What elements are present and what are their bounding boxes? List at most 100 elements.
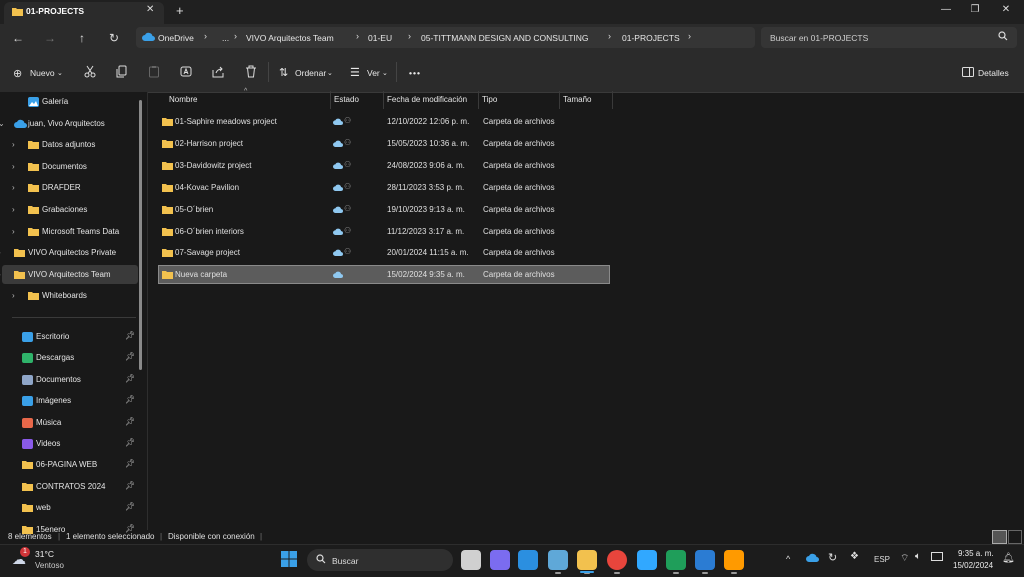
breadcrumb-separator-icon[interactable]: › xyxy=(688,31,691,41)
maximize-icon[interactable]: ❐ xyxy=(967,4,983,15)
search-icon[interactable] xyxy=(998,31,1008,41)
word-icon[interactable] xyxy=(695,550,715,570)
paste-icon[interactable] xyxy=(148,65,160,78)
column-divider[interactable] xyxy=(330,91,331,109)
snipping-tool-icon[interactable] xyxy=(548,550,568,570)
pin-icon[interactable]: 📌︎ xyxy=(125,331,135,340)
windows-start-icon[interactable] xyxy=(281,551,297,567)
battery-icon[interactable] xyxy=(931,552,943,561)
tab-close-icon[interactable]: ✕ xyxy=(146,4,154,15)
chevron-right-icon[interactable]: › xyxy=(0,248,1,257)
file-name[interactable]: 02-Harrison project xyxy=(175,139,243,148)
onedrive-tray-icon[interactable] xyxy=(806,553,819,562)
column-header-name[interactable]: Nombre xyxy=(169,95,197,104)
sidebar-item[interactable] xyxy=(2,92,138,111)
share-icon[interactable] xyxy=(212,65,224,78)
pin-icon[interactable]: 📌︎ xyxy=(125,395,135,404)
new-tab-button[interactable]: + xyxy=(176,3,184,18)
minimize-icon[interactable]: — xyxy=(938,4,954,15)
chevron-down-icon[interactable]: ⌄ xyxy=(327,69,333,77)
pin-icon[interactable]: 📌︎ xyxy=(125,417,135,426)
file-explorer-icon[interactable] xyxy=(577,550,597,570)
column-divider[interactable] xyxy=(478,91,479,109)
file-name[interactable]: 04-Kovac Pavilion xyxy=(175,183,239,192)
pin-icon[interactable]: 📌︎ xyxy=(125,502,135,511)
pin-icon[interactable]: 📌︎ xyxy=(125,352,135,361)
view-button[interactable]: Ver xyxy=(367,68,380,78)
details-view-icon[interactable] xyxy=(992,530,1007,544)
chevron-right-icon[interactable]: › xyxy=(12,140,15,149)
taskbar-search-box[interactable] xyxy=(307,549,453,571)
details-button[interactable]: Detalles xyxy=(978,68,1009,78)
breadcrumb-more[interactable]: ... xyxy=(222,33,229,43)
details-pane-icon[interactable] xyxy=(962,67,974,77)
teams-chat-icon[interactable] xyxy=(490,550,510,570)
weather-temperature[interactable]: 31°C xyxy=(35,549,54,559)
sync-icon[interactable]: ↻ xyxy=(828,551,837,564)
chevron-right-icon[interactable]: › xyxy=(12,162,15,171)
chevron-down-icon[interactable]: ⌄ xyxy=(57,69,63,77)
chevron-right-icon[interactable]: › xyxy=(12,205,15,214)
breadcrumb-separator-icon[interactable]: › xyxy=(234,31,237,41)
breadcrumb-tittmann[interactable]: 05-TITTMANN DESIGN AND CONSULTING xyxy=(421,33,589,43)
column-header-status[interactable]: Estado xyxy=(334,95,359,104)
pin-icon[interactable]: 📌︎ xyxy=(125,438,135,447)
delete-icon[interactable] xyxy=(245,65,257,78)
chevron-down-icon[interactable]: ⌄ xyxy=(0,119,5,128)
thumbnails-view-icon[interactable] xyxy=(1008,530,1022,544)
chevron-right-icon[interactable]: › xyxy=(0,270,1,279)
pin-icon[interactable]: 📌︎ xyxy=(125,459,135,468)
sidebar-scrollbar[interactable] xyxy=(139,100,142,370)
column-divider[interactable] xyxy=(559,91,560,109)
pin-icon[interactable]: 📌︎ xyxy=(125,374,135,383)
sort-icon[interactable]: ⇅ xyxy=(279,66,288,79)
excel-icon[interactable] xyxy=(666,550,686,570)
wifi-icon[interactable]: ⌔ xyxy=(900,552,909,565)
volume-icon[interactable]: 🔈︎ xyxy=(915,551,921,562)
more-options-button[interactable]: ••• xyxy=(409,68,421,78)
taskbar-search-label[interactable]: Buscar xyxy=(332,556,358,566)
file-name[interactable]: Nueva carpeta xyxy=(175,270,227,279)
column-header-modified[interactable]: Fecha de modificación xyxy=(387,95,467,104)
clock-time[interactable]: 9:35 a. m. xyxy=(958,549,994,558)
language-indicator[interactable]: ESP xyxy=(874,555,890,564)
view-icon[interactable]: ☰ xyxy=(350,66,360,79)
column-header-size[interactable]: Tamaño xyxy=(563,95,591,104)
file-name[interactable]: 07-Savage project xyxy=(175,248,240,257)
breadcrumb-separator-icon[interactable]: › xyxy=(204,31,207,41)
breadcrumb-01-projects[interactable]: 01-PROJECTS xyxy=(622,33,680,43)
forward-arrow-icon[interactable]: → xyxy=(42,31,58,45)
breadcrumb-separator-icon[interactable]: › xyxy=(408,31,411,41)
column-divider[interactable] xyxy=(612,91,613,109)
cut-icon[interactable] xyxy=(84,65,96,78)
breadcrumb-separator-icon[interactable]: › xyxy=(356,31,359,41)
search-input[interactable]: Buscar en 01-PROJECTS xyxy=(770,33,868,43)
breadcrumb-vivo-team[interactable]: VIVO Arquitectos Team xyxy=(246,33,334,43)
refresh-icon[interactable]: ↻ xyxy=(106,31,122,45)
file-name[interactable]: 03-Davidowitz project xyxy=(175,161,251,170)
pin-icon[interactable]: 📌︎ xyxy=(125,481,135,490)
chrome-icon[interactable] xyxy=(607,550,627,570)
file-name[interactable]: 06-O´brien interiors xyxy=(175,227,244,236)
task-view-icon[interactable] xyxy=(461,550,481,570)
breadcrumb-separator-icon[interactable]: › xyxy=(608,31,611,41)
illustrator-icon[interactable] xyxy=(724,550,744,570)
breadcrumb-01-eu[interactable]: 01-EU xyxy=(368,33,392,43)
copy-icon[interactable] xyxy=(116,65,128,78)
file-name[interactable]: 01-Saphire meadows project xyxy=(175,117,277,126)
weather-description[interactable]: Ventoso xyxy=(35,561,64,570)
close-window-icon[interactable]: ✕ xyxy=(998,4,1014,15)
notifications-bell-icon[interactable]: 🔔︎ xyxy=(1002,553,1015,564)
clock-date[interactable]: 15/02/2024 xyxy=(953,561,993,570)
column-header-type[interactable]: Tipo xyxy=(482,95,497,104)
breadcrumb-onedrive[interactable]: OneDrive xyxy=(158,33,194,43)
mail-icon[interactable] xyxy=(518,550,538,570)
chevron-right-icon[interactable]: › xyxy=(12,291,15,300)
up-arrow-icon[interactable]: ↑ xyxy=(74,31,90,45)
new-button[interactable]: Nuevo xyxy=(30,68,55,78)
rename-icon[interactable] xyxy=(180,65,192,78)
back-arrow-icon[interactable]: ← xyxy=(10,31,26,45)
photoshop-icon[interactable] xyxy=(637,550,657,570)
column-divider[interactable] xyxy=(383,91,384,109)
chevron-right-icon[interactable]: › xyxy=(12,183,15,192)
